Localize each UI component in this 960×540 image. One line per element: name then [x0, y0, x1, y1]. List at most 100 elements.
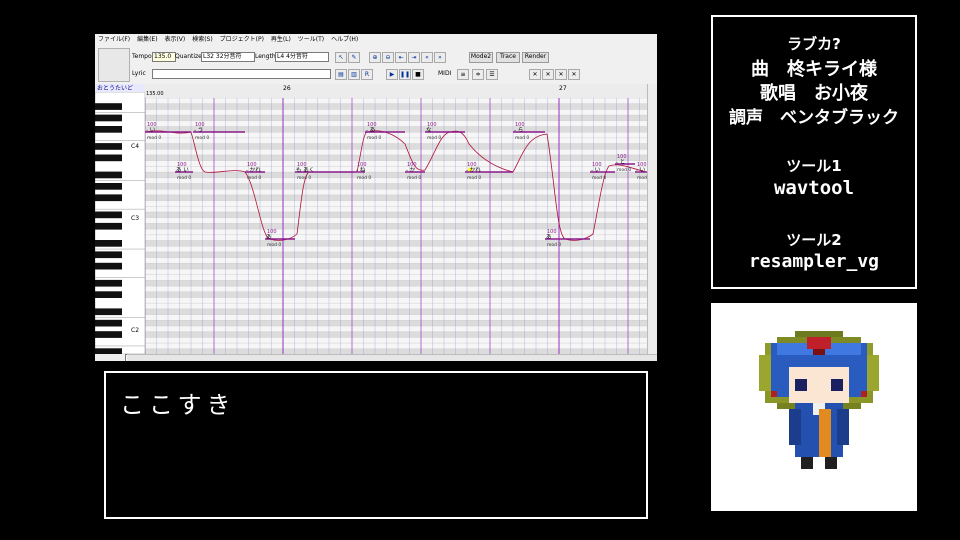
- black-key[interactable]: [95, 154, 122, 162]
- grid-row: [145, 149, 647, 155]
- grid-row: [145, 257, 647, 264]
- black-key[interactable]: [95, 251, 122, 259]
- grid-row: [145, 246, 647, 252]
- black-key[interactable]: [95, 143, 122, 150]
- grid-row: [145, 103, 647, 110]
- arrow-tool-icon[interactable]: ↖: [335, 52, 347, 63]
- menu-project[interactable]: プロジェクト(P): [220, 36, 264, 43]
- zoom-out-icon[interactable]: ⊖: [382, 52, 394, 63]
- grid-row: [145, 172, 647, 178]
- trace-button[interactable]: Trace: [496, 52, 520, 63]
- grid-row: [145, 206, 647, 212]
- note-mod: mod 0: [592, 175, 606, 181]
- render-button[interactable]: Render: [522, 52, 549, 63]
- play-icon[interactable]: ▶: [386, 69, 398, 80]
- save-icon[interactable]: ▥: [348, 69, 360, 80]
- black-key[interactable]: [95, 183, 122, 190]
- jump-right-icon[interactable]: »: [434, 52, 446, 63]
- export-icon[interactable]: R: [361, 69, 373, 80]
- vertical-scrollbar[interactable]: [647, 84, 657, 354]
- black-key[interactable]: [95, 211, 122, 219]
- zoom-in-icon[interactable]: ⊕: [369, 52, 381, 63]
- message-box: ここすき: [104, 371, 648, 519]
- grid-row: [145, 109, 647, 116]
- grid-row: [145, 308, 647, 315]
- tempo-input[interactable]: 135.0: [152, 52, 176, 62]
- grid-row: [145, 166, 647, 173]
- black-key[interactable]: [95, 291, 122, 298]
- pencil-tool-icon[interactable]: ✎: [348, 52, 360, 63]
- measure-label: 27: [559, 85, 567, 92]
- black-key[interactable]: [95, 126, 122, 133]
- pause-icon[interactable]: ❚❚: [399, 69, 411, 80]
- black-key[interactable]: [95, 331, 122, 338]
- piano-roll-editor[interactable]: おとうたいど 135.00 26 27 C4C3C2 100- いmod 010…: [95, 84, 657, 354]
- horizontal-scrollbar[interactable]: [127, 354, 657, 361]
- length-select[interactable]: L4 4分音符: [275, 52, 329, 62]
- grid-row: [145, 251, 647, 258]
- stop-icon[interactable]: ■: [412, 69, 424, 80]
- grid-row: [145, 200, 647, 207]
- black-key[interactable]: [95, 348, 122, 354]
- tool2-value: resampler_vg: [748, 251, 880, 272]
- octave-label: C2: [131, 327, 139, 334]
- grid-row: [145, 115, 647, 121]
- credits-panel: ラブカ? 曲 柊キライ様 歌唱 お小夜 調声 ベンタブラック ツール1 wavt…: [711, 15, 917, 289]
- mixer-icon[interactable]: ≑: [472, 69, 484, 80]
- grid-row: [145, 240, 647, 247]
- menu-search[interactable]: 検索(S): [192, 36, 213, 43]
- grid-row: [145, 120, 647, 127]
- measure-label: 26: [283, 85, 291, 92]
- grid-row: [145, 223, 647, 230]
- black-key[interactable]: [95, 194, 122, 202]
- note-lyric: - い: [636, 167, 646, 174]
- grid-row: [145, 274, 647, 281]
- menu-help[interactable]: ヘルプ(H): [331, 36, 358, 43]
- bangs: [789, 361, 849, 367]
- open-folder-icon[interactable]: ▤: [335, 69, 347, 80]
- octave-label: C4: [131, 143, 139, 150]
- note-mod: mod 0: [147, 135, 161, 141]
- singer-credit: 歌唱 お小夜: [760, 83, 868, 104]
- move-left-icon[interactable]: ⇤: [395, 52, 407, 63]
- tool-a-icon[interactable]: ✕: [529, 69, 541, 80]
- left-eye: [795, 379, 807, 391]
- track-list-icon[interactable]: ≡: [457, 69, 469, 80]
- black-key[interactable]: [95, 262, 122, 270]
- move-right-icon[interactable]: ⇥: [408, 52, 420, 63]
- menu-file[interactable]: ファイル(F): [98, 36, 130, 43]
- black-key[interactable]: [95, 319, 122, 327]
- note-lyric: - ね: [356, 167, 366, 174]
- length-label: Length: [255, 53, 276, 60]
- lyric-input[interactable]: [152, 69, 331, 79]
- tool-b-icon[interactable]: ✕: [542, 69, 554, 80]
- sleeve: [789, 409, 801, 445]
- tool-d-icon[interactable]: ✕: [568, 69, 580, 80]
- piano-keyboard[interactable]: [95, 91, 146, 354]
- menu-tools[interactable]: ツール(T): [298, 36, 324, 43]
- black-key[interactable]: [95, 279, 122, 287]
- black-key[interactable]: [95, 240, 122, 247]
- lyric-label: Lyric: [132, 70, 146, 77]
- midi-label: MIDI: [438, 70, 452, 77]
- menu-play[interactable]: 再生(L): [271, 36, 291, 43]
- jump-left-icon[interactable]: «: [421, 52, 433, 63]
- note-lyric: - う: [194, 127, 203, 134]
- black-key[interactable]: [95, 103, 122, 110]
- quantize-select[interactable]: L32 32分音符: [201, 52, 255, 62]
- foot: [825, 457, 837, 469]
- grid-row: [145, 229, 647, 235]
- note-mod: mod 0: [427, 135, 441, 141]
- black-key[interactable]: [95, 114, 122, 122]
- black-key[interactable]: [95, 171, 122, 179]
- note-mod: mod 0: [177, 175, 191, 181]
- tool-c-icon[interactable]: ✕: [555, 69, 567, 80]
- piano-roll-icon[interactable]: ☰: [486, 69, 498, 80]
- black-key[interactable]: [95, 222, 122, 230]
- menu-view[interactable]: 表示(V): [164, 36, 185, 43]
- black-key[interactable]: [95, 308, 122, 316]
- hair-ornament: [813, 349, 825, 355]
- mode2-button[interactable]: Mode2: [469, 52, 493, 63]
- grid-row: [145, 343, 647, 349]
- menu-edit[interactable]: 編集(E): [137, 36, 157, 43]
